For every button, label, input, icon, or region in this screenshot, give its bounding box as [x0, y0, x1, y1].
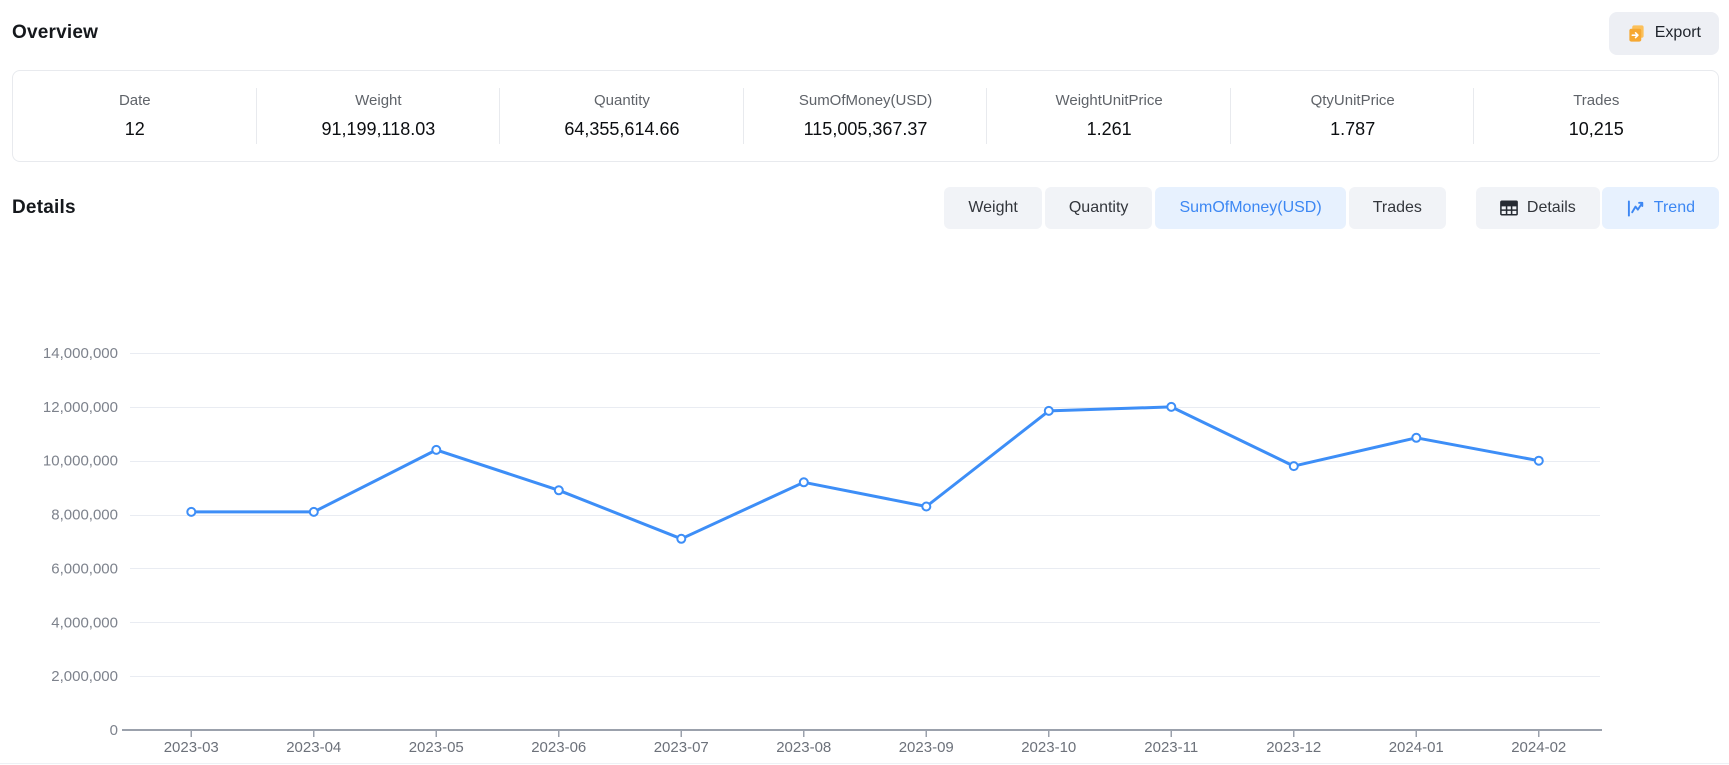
y-axis-tick-label: 2,000,000 [51, 668, 118, 685]
view-tab-group: Details Trend [1476, 187, 1719, 229]
stat-label: Date [13, 92, 257, 109]
data-point-marker[interactable] [677, 535, 685, 543]
stat-col-sumofmoney-usd: SumOfMoney(USD) 115,005,367.37 [744, 92, 988, 140]
tab-label: Weight [968, 199, 1018, 217]
stat-label: Quantity [500, 92, 744, 109]
stat-col-weightunitprice: WeightUnitPrice 1.261 [987, 92, 1231, 140]
tab-label: Details [1527, 199, 1576, 217]
export-button[interactable]: Export [1609, 12, 1719, 55]
bottom-divider [0, 763, 1729, 764]
y-axis-tick-label: 14,000,000 [43, 345, 118, 362]
y-axis-tick-label: 4,000,000 [51, 614, 118, 631]
x-axis-tick-label: 2024-01 [1389, 739, 1444, 756]
x-axis-tick-label: 2023-05 [409, 739, 464, 756]
stat-value: 12 [13, 119, 257, 140]
stat-col-qtyunitprice: QtyUnitPrice 1.787 [1231, 92, 1475, 140]
tab-trades[interactable]: Trades [1349, 187, 1446, 229]
overview-title: Overview [12, 22, 98, 44]
x-axis-tick-label: 2024-02 [1511, 739, 1566, 756]
trend-line-chart[interactable]: 0 2,000,000 4,000,000 6,000,000 8,000,000 10,… [0, 290, 1729, 765]
y-axis-tick-label: 8,000,000 [51, 507, 118, 524]
data-point-marker[interactable] [555, 486, 563, 494]
trend-icon [1626, 200, 1645, 217]
stat-col-weight: Weight 91,199,118.03 [257, 92, 501, 140]
x-axis-tick-label: 2023-11 [1144, 739, 1198, 756]
y-axis-tick-label: 0 [110, 722, 118, 739]
trend-line [191, 407, 1539, 539]
stat-value: 10,215 [1474, 119, 1718, 140]
y-axis-tick-label: 6,000,000 [51, 560, 118, 577]
stat-value: 64,355,614.66 [500, 119, 744, 140]
stat-value: 1.787 [1231, 119, 1475, 140]
view-tab-details[interactable]: Details [1476, 187, 1600, 229]
table-icon [1500, 200, 1518, 216]
stat-col-quantity: Quantity 64,355,614.66 [500, 92, 744, 140]
data-point-marker[interactable] [1290, 462, 1298, 470]
tab-sumofmoney-usd[interactable]: SumOfMoney(USD) [1155, 187, 1345, 229]
export-icon [1627, 24, 1646, 43]
x-axis-tick-label: 2023-07 [654, 739, 709, 756]
overview-header: Overview Export [12, 0, 1719, 66]
data-point-marker[interactable] [187, 508, 195, 516]
data-point-marker[interactable] [310, 508, 318, 516]
data-point-marker[interactable] [800, 478, 808, 486]
stat-value: 1.261 [987, 119, 1231, 140]
stat-label: Weight [257, 92, 501, 109]
export-label: Export [1655, 24, 1701, 42]
view-tab-trend[interactable]: Trend [1602, 187, 1719, 229]
stat-label: SumOfMoney(USD) [744, 92, 988, 109]
data-point-marker[interactable] [432, 446, 440, 454]
tab-weight[interactable]: Weight [944, 187, 1042, 229]
overview-stats-card: Date 12Weight 91,199,118.03 Quantity 64,355,… [12, 70, 1719, 162]
x-axis-tick-label: 2023-06 [531, 739, 586, 756]
data-point-marker[interactable] [1167, 403, 1175, 411]
x-axis-tick-label: 2023-12 [1266, 739, 1321, 756]
x-axis-tick-label: 2023-03 [164, 739, 219, 756]
metric-tab-group: Weight Quantity SumOfMoney(USD) Trades [944, 187, 1446, 229]
stat-label: QtyUnitPrice [1231, 92, 1475, 109]
y-axis-tick-label: 12,000,000 [43, 399, 118, 416]
x-axis-tick-label: 2023-09 [899, 739, 954, 756]
stat-value: 91,199,118.03 [257, 119, 501, 140]
data-point-marker[interactable] [1412, 434, 1420, 442]
stat-label: Trades [1474, 92, 1718, 109]
x-axis-tick-label: 2023-08 [776, 739, 831, 756]
tab-label: Trades [1373, 199, 1422, 217]
x-axis-tick-label: 2023-10 [1021, 739, 1076, 756]
data-point-marker[interactable] [922, 503, 930, 511]
stat-col-date: Date 12 [13, 92, 257, 140]
stat-label: WeightUnitPrice [987, 92, 1231, 109]
stat-col-trades: Trades 10,215 [1474, 92, 1718, 140]
tab-label: SumOfMoney(USD) [1179, 199, 1321, 217]
data-point-marker[interactable] [1045, 407, 1053, 415]
data-point-marker[interactable] [1535, 457, 1543, 465]
tab-label: Quantity [1069, 199, 1129, 217]
y-axis-tick-label: 10,000,000 [43, 453, 118, 470]
stat-value: 115,005,367.37 [744, 119, 988, 140]
tab-label: Trend [1654, 199, 1695, 217]
tab-quantity[interactable]: Quantity [1045, 187, 1153, 229]
details-header: Details Weight Quantity SumOfMoney(USD) Tra… [12, 184, 1719, 232]
x-axis-tick-label: 2023-04 [286, 739, 341, 756]
details-title: Details [12, 197, 76, 219]
details-toolbar: Weight Quantity SumOfMoney(USD) Trades Deta… [944, 187, 1719, 229]
